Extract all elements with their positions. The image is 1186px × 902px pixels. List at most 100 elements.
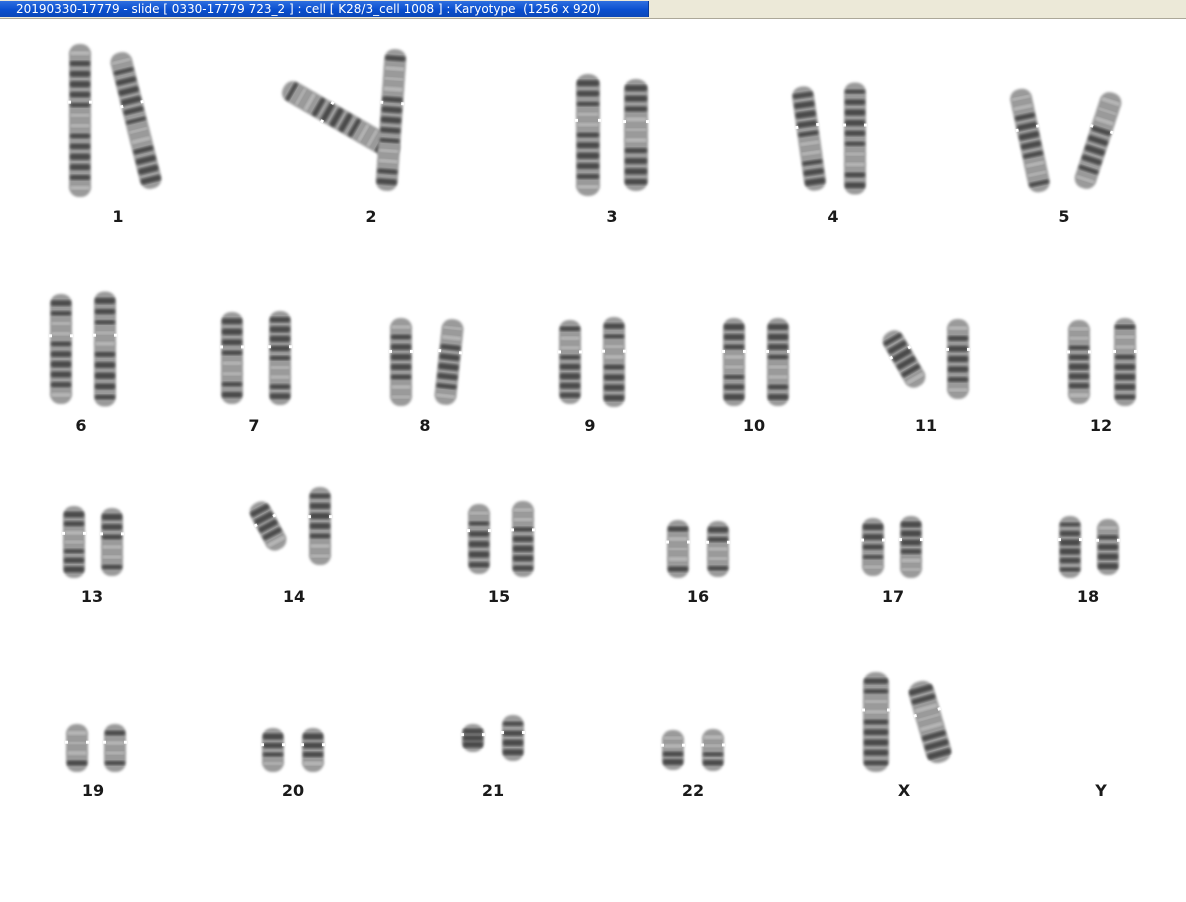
centromere-left bbox=[701, 743, 704, 747]
chromosome-band bbox=[1115, 345, 1135, 349]
chromosome-pair-9[interactable] bbox=[558, 317, 626, 407]
chromosome-band bbox=[604, 345, 624, 348]
centromere-left bbox=[661, 743, 664, 747]
chromosome-band bbox=[51, 393, 71, 397]
centromere-left bbox=[68, 100, 71, 104]
chromosome-band bbox=[1060, 539, 1080, 546]
chromosome-band bbox=[469, 511, 489, 515]
chromosome-band bbox=[948, 326, 968, 330]
chromosome-band bbox=[105, 760, 125, 766]
chromosome-band bbox=[663, 759, 683, 765]
chromosome-band bbox=[102, 514, 122, 520]
chromosome-band bbox=[708, 526, 728, 533]
chromosome-band bbox=[768, 375, 788, 379]
centromere-left bbox=[103, 740, 106, 744]
chromatid bbox=[1010, 88, 1050, 193]
chromosome-band bbox=[95, 351, 115, 357]
chromosome-pair-10[interactable] bbox=[722, 318, 790, 406]
chromosome-band bbox=[95, 383, 115, 390]
chromosome-pair-7[interactable] bbox=[220, 311, 292, 405]
chromosome-band bbox=[625, 95, 647, 102]
chromosome-band bbox=[625, 138, 647, 142]
chromatid bbox=[908, 680, 952, 764]
chromosome-band bbox=[845, 162, 865, 167]
chromosome-pair-8[interactable] bbox=[389, 318, 465, 406]
chromosome-band bbox=[708, 566, 728, 571]
centromere-left bbox=[100, 532, 103, 536]
chromosome-pair-3[interactable] bbox=[575, 74, 649, 196]
chromosome-band bbox=[102, 524, 122, 530]
chromatid bbox=[862, 672, 890, 772]
chromosome-pair-6[interactable] bbox=[49, 291, 117, 407]
chromatid-body bbox=[882, 330, 926, 388]
chromosome-band bbox=[845, 119, 865, 126]
chromosome-band bbox=[604, 334, 624, 339]
chromatid-body bbox=[434, 319, 464, 405]
chromatid bbox=[602, 317, 626, 407]
chromosome-band bbox=[901, 530, 921, 537]
chromosome-band bbox=[391, 385, 411, 389]
centromere-left bbox=[308, 515, 311, 519]
chromatid bbox=[661, 730, 685, 770]
centromere-right bbox=[787, 349, 790, 353]
chromatid-body bbox=[844, 82, 866, 195]
chromatid bbox=[575, 74, 601, 196]
chromosome-pair-12[interactable] bbox=[1067, 318, 1137, 406]
chromosome-pair-2[interactable] bbox=[278, 48, 408, 191]
chromosome-band bbox=[1098, 553, 1118, 560]
chromosome-pair-5[interactable] bbox=[1007, 87, 1125, 195]
chromosome-pair-18[interactable] bbox=[1058, 516, 1120, 578]
chromosome-band bbox=[95, 297, 115, 304]
chromatid bbox=[558, 320, 582, 404]
chromosome-band bbox=[625, 179, 647, 185]
chromosome-band bbox=[67, 731, 87, 735]
chromatid bbox=[899, 516, 923, 578]
chromosome-band bbox=[1069, 327, 1089, 331]
chromosome-band bbox=[263, 742, 283, 749]
chromosome-band bbox=[577, 132, 599, 138]
chromosome-pair-17[interactable] bbox=[861, 516, 923, 578]
chromosome-pair-15[interactable] bbox=[467, 501, 535, 577]
chromosome-band bbox=[263, 762, 283, 765]
centromere-left bbox=[467, 529, 470, 533]
chromosome-band bbox=[768, 344, 788, 350]
chromosome-pair-4[interactable] bbox=[790, 82, 867, 195]
chromosome-band bbox=[604, 384, 624, 391]
chromosome-band bbox=[70, 124, 90, 128]
chromosome-band bbox=[270, 335, 290, 342]
chromosome-pair-14[interactable] bbox=[245, 487, 332, 565]
chromosome-pair-16[interactable] bbox=[666, 520, 730, 578]
chromosome-pair-21[interactable] bbox=[461, 715, 525, 761]
chromatid bbox=[110, 52, 162, 189]
chromosome-band bbox=[724, 344, 744, 350]
chromosome-pair-20[interactable] bbox=[261, 728, 325, 772]
centromere-right bbox=[410, 349, 413, 353]
chromosome-label: 20 bbox=[282, 781, 304, 800]
centromere-right bbox=[458, 351, 463, 355]
centromere-left bbox=[862, 708, 865, 712]
chromatid-body bbox=[69, 44, 91, 197]
chromosome-band bbox=[863, 544, 883, 550]
chromosome-band bbox=[901, 521, 921, 528]
chromosome-pair-22[interactable] bbox=[661, 729, 725, 771]
chromosome-band bbox=[864, 749, 888, 756]
chromosome-pair-13[interactable] bbox=[62, 506, 124, 578]
chromatid bbox=[701, 729, 725, 771]
centromere-right bbox=[522, 730, 525, 734]
chromosome-pair-x[interactable] bbox=[862, 672, 955, 772]
chromosome-band bbox=[577, 80, 599, 87]
chromosome-pair-19[interactable] bbox=[65, 724, 127, 772]
centromere-left bbox=[1058, 538, 1061, 542]
chromosome-band bbox=[864, 739, 888, 746]
centromere-right bbox=[89, 100, 92, 104]
chromosome-band bbox=[469, 531, 489, 537]
chromosome-band bbox=[768, 384, 788, 390]
chromosome-band bbox=[1069, 354, 1089, 360]
chromosome-pair-1[interactable] bbox=[68, 44, 165, 197]
chromosome-band bbox=[1115, 354, 1135, 360]
chromatid bbox=[434, 319, 464, 405]
chromosome-band bbox=[513, 518, 533, 522]
chromosome-label: 1 bbox=[112, 207, 123, 226]
chromosome-pair-11[interactable] bbox=[878, 319, 970, 399]
chromosome-band bbox=[668, 557, 688, 561]
